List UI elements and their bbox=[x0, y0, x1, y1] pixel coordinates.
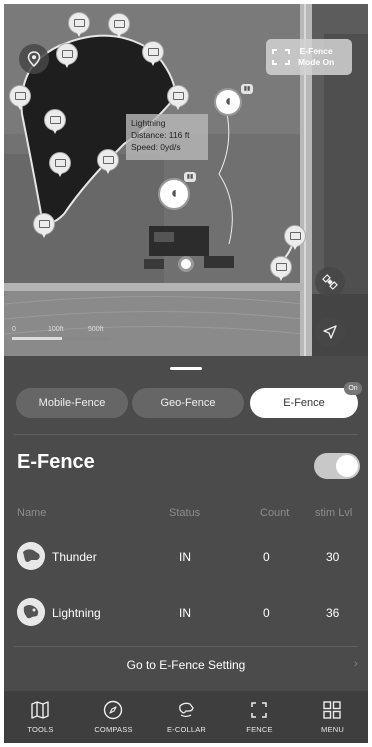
tab-e-fence[interactable]: E-Fence bbox=[250, 388, 358, 418]
toggle-knob bbox=[336, 455, 358, 477]
row-count: 0 bbox=[263, 606, 270, 620]
bottom-nav: TOOLS COMPASS E-COLLAR FENCE MENU bbox=[4, 691, 368, 743]
navigate-button[interactable] bbox=[315, 317, 345, 347]
fence-point-pin[interactable] bbox=[44, 109, 66, 135]
scale-bar-segment bbox=[62, 337, 110, 340]
row-stim-level: 30 bbox=[326, 550, 340, 564]
fence-point-pin[interactable] bbox=[142, 41, 164, 67]
dog-info-card: Lightning Distance: 116 ft Speed: 0yd/s bbox=[126, 114, 208, 160]
satellite-button[interactable] bbox=[315, 267, 345, 297]
fence-point-pin[interactable] bbox=[270, 256, 292, 282]
nav-e-collar-label: E-COLLAR bbox=[166, 725, 207, 734]
grid-menu-icon bbox=[323, 701, 341, 719]
info-dog-name: Lightning bbox=[131, 118, 166, 128]
dog-head-icon: ◖ bbox=[223, 93, 233, 110]
location-pin-icon bbox=[27, 51, 41, 67]
scale-label-start: 0 bbox=[12, 326, 16, 333]
fence-bracket-icon bbox=[272, 49, 290, 65]
divider bbox=[14, 646, 358, 647]
row-dog-name: Lightning bbox=[52, 606, 101, 620]
nav-compass[interactable]: COMPASS bbox=[77, 691, 150, 743]
dog-head-icon bbox=[17, 542, 45, 570]
chevron-right-icon: › bbox=[354, 658, 358, 670]
fence-point-pin[interactable] bbox=[68, 12, 90, 38]
collar-battery-icon: ▮▮ bbox=[241, 84, 253, 94]
fence-point-pin[interactable] bbox=[49, 152, 71, 178]
nav-fence[interactable]: FENCE bbox=[223, 691, 296, 743]
nav-menu[interactable]: MENU bbox=[296, 691, 368, 743]
user-position-marker bbox=[178, 256, 194, 272]
efence-mode-badge[interactable]: E-Fence Mode On bbox=[266, 39, 352, 75]
fence-point-pin[interactable] bbox=[97, 149, 119, 175]
fence-point-pin[interactable] bbox=[56, 43, 78, 69]
nav-tools[interactable]: TOOLS bbox=[4, 691, 77, 743]
lightning-avatar bbox=[17, 598, 45, 626]
thunder-dog-marker[interactable]: ◖ bbox=[214, 88, 242, 116]
info-distance: Distance: 116 ft bbox=[131, 130, 190, 140]
nav-fence-label: FENCE bbox=[246, 725, 273, 734]
fence-panel: Mobile-Fence Geo-Fence E-Fence On E-Fenc… bbox=[4, 356, 368, 691]
collar-battery-icon: ▮▮ bbox=[184, 172, 196, 182]
fence-point-pin[interactable] bbox=[284, 225, 306, 251]
nav-compass-label: COMPASS bbox=[94, 725, 133, 734]
e-fence-on-badge: On bbox=[344, 382, 362, 395]
header-stim-level: stim Lvl bbox=[315, 507, 353, 519]
dog-head-icon: ◖ bbox=[169, 185, 179, 202]
lightning-dog-marker[interactable]: ◖ bbox=[158, 178, 190, 210]
nav-menu-label: MENU bbox=[321, 725, 344, 734]
scale-label-mid: 100ft bbox=[48, 326, 64, 333]
map-icon bbox=[31, 701, 49, 719]
tab-geo-fence[interactable]: Geo-Fence bbox=[132, 388, 244, 418]
header-count: Count bbox=[260, 507, 290, 519]
row-dog-name: Thunder bbox=[52, 550, 97, 564]
satellite-map[interactable]: E-Fence Mode On ◖ ▮▮ Lightning Distance:… bbox=[4, 4, 368, 356]
row-count: 0 bbox=[263, 550, 270, 564]
app-screen: E-Fence Mode On ◖ ▮▮ Lightning Distance:… bbox=[4, 4, 368, 743]
e-collar-icon bbox=[179, 702, 194, 718]
row-status: IN bbox=[179, 606, 191, 620]
tab-mobile-fence[interactable]: Mobile-Fence bbox=[16, 388, 128, 418]
nav-tools-label: TOOLS bbox=[27, 725, 54, 734]
header-name: Name bbox=[17, 507, 47, 519]
info-speed: Speed: 0yd/s bbox=[131, 142, 181, 152]
go-to-efence-setting-link[interactable]: Go to E-Fence Setting bbox=[4, 658, 368, 672]
e-fence-toggle[interactable] bbox=[314, 453, 360, 479]
fence-point-pin[interactable] bbox=[167, 85, 189, 111]
location-button[interactable] bbox=[19, 44, 49, 74]
section-title: E-Fence bbox=[17, 451, 95, 473]
compass-icon bbox=[103, 700, 123, 720]
satellite-icon bbox=[322, 274, 338, 290]
drag-handle[interactable] bbox=[170, 367, 202, 370]
efence-badge-line1: E-Fence bbox=[299, 46, 333, 56]
fence-icon bbox=[251, 702, 267, 718]
navigation-arrow-icon bbox=[323, 325, 337, 339]
dog-head-icon bbox=[17, 598, 45, 626]
thunder-avatar bbox=[17, 542, 45, 570]
row-status: IN bbox=[179, 550, 191, 564]
fence-point-pin[interactable] bbox=[9, 85, 31, 111]
nav-e-collar[interactable]: E-COLLAR bbox=[150, 691, 223, 743]
fence-point-pin[interactable] bbox=[33, 213, 55, 239]
row-stim-level: 36 bbox=[326, 606, 340, 620]
header-status: Status bbox=[169, 507, 201, 519]
fence-point-pin[interactable] bbox=[108, 13, 130, 39]
efence-badge-line2: Mode On bbox=[298, 57, 335, 67]
divider bbox=[14, 434, 358, 435]
scale-label-end: 500ft bbox=[88, 326, 104, 333]
